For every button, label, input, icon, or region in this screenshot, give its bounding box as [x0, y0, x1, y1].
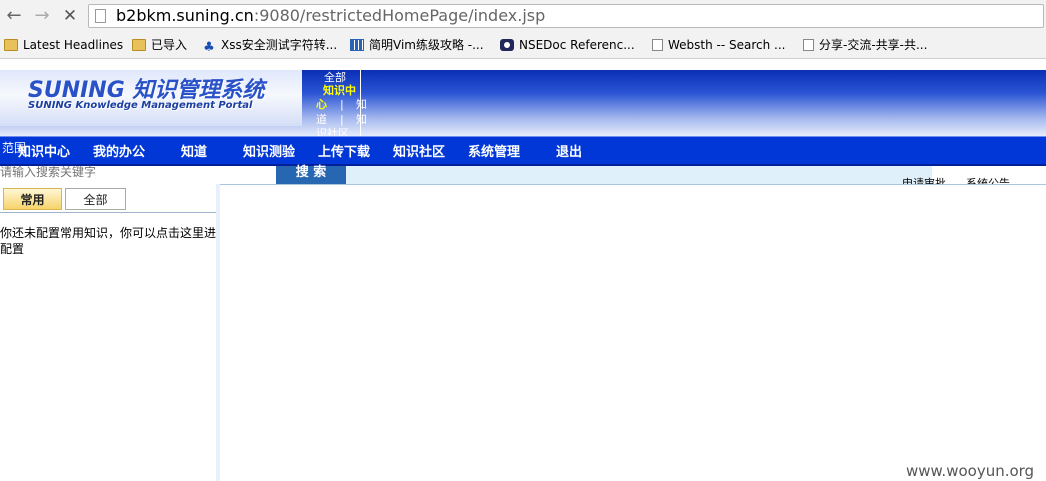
search-bar: 搜 索 申请审批 系统公告 — [0, 163, 1046, 184]
bookmark-label: 分享-交流-共享-共... — [819, 38, 928, 52]
eye-icon — [500, 39, 514, 51]
bookmark-imported[interactable]: 已导入 — [132, 37, 187, 53]
paw-icon: ♣ — [203, 40, 215, 55]
address-bar[interactable]: b2bkm.suning.cn:9080/restrictedHomePage/… — [88, 4, 1044, 28]
header-menu-knowledge-center[interactable]: 知识中 — [323, 85, 356, 97]
bookmark-websth[interactable]: Websth -- Search ... — [652, 37, 786, 53]
header-menu-all[interactable]: 全部 — [324, 72, 346, 84]
main-nav: 范围 知识中心 我的办公 知道 知识测验 上传下载 知识社区 系统管理 退出 — [0, 136, 1046, 166]
nav-item-system-admin[interactable]: 系统管理 — [468, 145, 520, 160]
url-path: :9080/restrictedHomePage/index.jsp — [253, 6, 546, 25]
menu-separator: | — [340, 113, 344, 126]
header-menu-zhidao[interactable]: 道 — [316, 114, 327, 126]
bookmark-vim[interactable]: 简明Vim练级攻略 -... — [350, 37, 484, 53]
bookmark-label: Xss安全测试字符转... — [221, 38, 338, 52]
bookmarks-bar: Latest Headlines 已导入 ♣ Xss安全测试字符转... 简明Vi… — [0, 32, 1046, 59]
search-button[interactable]: 搜 索 — [276, 166, 346, 184]
nav-item-quiz[interactable]: 知识测验 — [243, 145, 295, 160]
nav-item-my-office[interactable]: 我的办公 — [93, 145, 145, 160]
page-icon — [803, 39, 814, 51]
tab-all[interactable]: 全部 — [65, 188, 126, 210]
search-input[interactable] — [0, 163, 275, 181]
bookmark-label: NSEDoc Referenc... — [519, 38, 635, 52]
logo-subtitle: SUNING Knowledge Management Portal — [28, 100, 253, 111]
content-divider — [220, 184, 1046, 185]
bookmark-label: Websth -- Search ... — [668, 38, 786, 52]
nav-item-zhidao[interactable]: 知道 — [181, 145, 207, 160]
nav-item-knowledge-center[interactable]: 知识中心 — [18, 145, 70, 160]
menu-separator: | — [340, 98, 344, 111]
site-header: SUNING 知识管理系统 SUNING Knowledge Managemen… — [0, 70, 1046, 140]
empty-config-message[interactable]: 你还未配置常用知识，你可以点击这里进配置 — [0, 225, 216, 257]
link-apply-approval[interactable]: 申请审批 — [902, 174, 946, 184]
folder-icon — [132, 39, 146, 51]
nav-item-community[interactable]: 知识社区 — [393, 145, 445, 160]
page-icon — [95, 9, 106, 23]
url-text[interactable]: b2bkm.suning.cn:9080/restrictedHomePage/… — [116, 7, 545, 25]
bookmark-label: 已导入 — [151, 38, 188, 52]
header-menu-zhi[interactable]: 知 — [356, 99, 367, 111]
link-system-announcement[interactable]: 系统公告 — [966, 174, 1010, 184]
nav-item-logout[interactable]: 退出 — [556, 145, 582, 160]
header-menu-knowledge-center-wrap[interactable]: 心 — [316, 99, 327, 111]
back-icon[interactable]: ← — [4, 6, 24, 26]
panel-splitter[interactable] — [216, 184, 220, 481]
bookmark-label: Latest Headlines — [23, 38, 124, 52]
nav-item-upload-download[interactable]: 上传下载 — [318, 145, 370, 160]
page-icon — [652, 39, 663, 51]
forward-icon[interactable]: → — [32, 6, 52, 26]
bookmark-label: 简明Vim练级攻略 -... — [369, 38, 484, 52]
grid-icon — [350, 39, 364, 51]
stop-icon[interactable]: ✕ — [60, 6, 80, 26]
left-panel-tabs: 常用 全部 — [0, 186, 216, 213]
folder-icon — [4, 39, 18, 51]
bookmark-xss[interactable]: ♣ Xss安全测试字符转... — [202, 37, 338, 55]
watermark: www.wooyun.org — [906, 462, 1035, 480]
search-strip-fill — [346, 166, 932, 184]
url-host: b2bkm.suning.cn — [116, 6, 254, 25]
bookmark-share[interactable]: 分享-交流-共享-共... — [803, 37, 927, 53]
tab-common[interactable]: 常用 — [3, 188, 62, 210]
logo[interactable]: SUNING 知识管理系统 SUNING Knowledge Managemen… — [0, 70, 302, 126]
browser-toolbar: ← → ✕ b2bkm.suning.cn:9080/restrictedHom… — [0, 0, 1046, 32]
bookmark-nsedoc[interactable]: NSEDoc Referenc... — [500, 37, 635, 53]
header-menu-zhi-2[interactable]: 知 — [356, 114, 367, 126]
bookmark-latest-headlines[interactable]: Latest Headlines — [4, 37, 123, 53]
